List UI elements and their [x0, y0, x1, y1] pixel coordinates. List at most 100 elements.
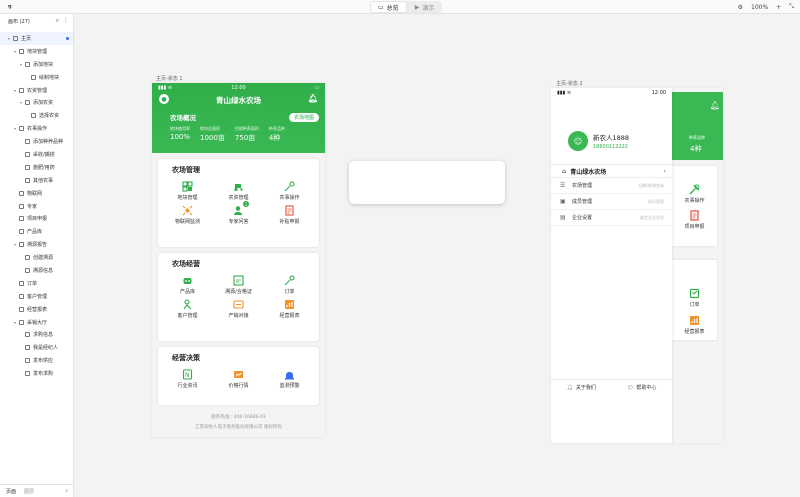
tree-item[interactable]: ▾ 农资管理 — [0, 84, 73, 97]
user-phone: 18600112222 — [593, 144, 628, 150]
tab-layers[interactable]: 图层 — [24, 488, 34, 495]
tree-item-label: 发布供应 — [33, 358, 54, 365]
drawer-menu-item[interactable]: ☰ 农场管理 切换/新增农场 — [551, 178, 672, 194]
tree-item[interactable]: 发布求购 — [0, 367, 73, 380]
grid-item[interactable]: 农资管理 — [213, 181, 264, 201]
grid-item[interactable]: 产销对接 — [213, 299, 264, 319]
settings-sliders-icon[interactable]: ⚙ — [738, 4, 743, 11]
tree-item[interactable]: 选择农资 — [0, 109, 73, 122]
bell-icon[interactable]: 🔔︎ — [710, 101, 720, 110]
grid-item[interactable]: 农事操作 — [672, 184, 717, 204]
tree-item[interactable]: ▾ 添加农资 — [0, 96, 73, 109]
svg-text:N: N — [185, 372, 190, 379]
tree-item[interactable]: ▾ 溯源报告 — [0, 238, 73, 251]
collapse-icon[interactable]: ⤡ — [789, 3, 794, 11]
wechat-icon: ☺ — [568, 131, 588, 151]
tree-item[interactable]: 专家 — [0, 200, 73, 213]
canvas-count-label: 画布 (27) — [8, 18, 30, 25]
tree-item[interactable]: 发布供应 — [0, 354, 73, 367]
grid-item[interactable]: 补贴申报 — [264, 205, 315, 225]
drawer-menu: ☰ 农场管理 切换/新增农场 ▣ 成员管理 成员管理 ▤ 企业设置 绑定企业信息 — [551, 178, 672, 226]
drawer-menu-item[interactable]: ▣ 成员管理 成员管理 — [551, 194, 672, 210]
grid-item[interactable]: 价格行情 — [213, 369, 264, 389]
panel-footer: 页面 图层 ⌕ — [0, 484, 74, 497]
tree-item-label: 添加地块 — [33, 61, 54, 68]
grid-item[interactable]: 溯源/合格证 — [213, 275, 264, 295]
frame2-label[interactable]: 主页-状态 2 — [556, 80, 583, 87]
tree-item[interactable]: 订单 — [0, 277, 73, 290]
grid-item-label: 地块管理 — [177, 195, 198, 201]
grid-item[interactable]: 1 专家问答 — [213, 201, 264, 225]
zoom-level[interactable]: 100% — [751, 4, 768, 11]
grid-item[interactable]: 经营报表 — [672, 315, 717, 335]
tab-pages[interactable]: 页面 — [6, 488, 16, 495]
overview-mode-button[interactable]: ▭ 总览 — [371, 2, 406, 12]
tree-item[interactable]: ▾ 农事操作 — [0, 122, 73, 135]
grid-item[interactable]: 物联网监测 — [162, 205, 213, 225]
grid-item[interactable]: 经营报表 — [264, 299, 315, 319]
subsidy-icon — [284, 205, 295, 216]
tree-item[interactable]: 物联网 — [0, 187, 73, 200]
active-dot — [66, 36, 69, 40]
search-icon[interactable]: ⌕ — [65, 488, 68, 494]
stat-item: 种养品种 4种 — [269, 126, 285, 143]
search-icon[interactable]: ⌕ — [56, 17, 59, 25]
page-icon — [25, 164, 30, 170]
grid-item[interactable]: 农事操作 — [264, 181, 315, 201]
grid-item[interactable]: N 行业资讯 — [162, 369, 213, 389]
tree-item[interactable]: 客户管理 — [0, 290, 73, 303]
tree-item[interactable]: 溯源信息 — [0, 264, 73, 277]
product-icon — [182, 275, 193, 286]
tree-item[interactable]: 其他农事 — [0, 174, 73, 187]
page-icon — [13, 35, 18, 41]
tree-item[interactable]: 经营报表 — [0, 303, 73, 316]
avatar-icon[interactable]: ● — [159, 94, 169, 104]
page-icon — [19, 293, 24, 299]
play-icon: ▶ — [414, 3, 420, 11]
grid-item-label: 物联网监测 — [174, 219, 200, 225]
page-icon — [25, 255, 30, 261]
grid-item[interactable]: 监测预警 — [264, 369, 315, 389]
tree-item[interactable]: 创建溯源 — [0, 251, 73, 264]
page-icon — [25, 267, 30, 273]
tree-item[interactable]: ▾ 地块管理 — [0, 45, 73, 58]
help-center-button[interactable]: 💬︎ 帮助中心 — [627, 384, 656, 391]
frame2-phone[interactable]: 🔔︎ 种养品种 4种 农事操作 项目申报 订单 经营报表 ▮▮▮ ≋ 12:00… — [551, 88, 723, 443]
more-icon[interactable]: ⋮ — [63, 17, 69, 25]
grid-item[interactable]: 地块管理 — [162, 181, 213, 201]
bell-icon[interactable]: 🔔︎ — [308, 94, 318, 103]
toast-box[interactable] — [349, 161, 505, 204]
grid-item-label: 溯源/合格证 — [225, 289, 252, 295]
page-icon — [19, 319, 24, 325]
tree-item[interactable]: 采收/捕捞 — [0, 148, 73, 161]
current-farm-row[interactable]: ⌂ 青山绿水农场 › — [551, 164, 672, 178]
app-logo[interactable]: ᵑ — [8, 3, 12, 12]
tree-item[interactable]: ▾ 采销大厅 — [0, 316, 73, 329]
page-icon — [19, 190, 24, 196]
tree-item[interactable]: ▾ 主页 — [0, 32, 73, 45]
tree-item[interactable]: 绘制地块 — [0, 71, 73, 84]
grid-item[interactable]: 订单 — [672, 288, 717, 308]
page-icon — [19, 306, 24, 312]
tree-item[interactable]: 添加种养品种 — [0, 135, 73, 148]
grid-item[interactable]: 客户管理 — [162, 299, 213, 319]
top-toolbar: ᵑ ▭ 总览 ▶ 演示 ⚙ 100% + ⤡ — [0, 0, 800, 14]
farm-map-button[interactable]: 农场地图 — [288, 112, 319, 122]
tree-item[interactable]: 施肥/用药 — [0, 161, 73, 174]
tree-item[interactable]: ▾ 添加地块 — [0, 58, 73, 71]
drawer-menu-item[interactable]: ▤ 企业设置 绑定企业信息 — [551, 210, 672, 226]
preview-mode-button[interactable]: ▶ 演示 — [408, 2, 442, 12]
about-us-button[interactable]: 👤︎ 关于我们 — [567, 384, 596, 391]
farm-icon: ⌂ — [562, 167, 567, 175]
frame1-phone[interactable]: ▮▮▮ ≋ 12:00 ▭ ● 青山绿水农场 🔔︎ 农场概况 农场地图 地块使用… — [152, 83, 325, 437]
tree-item[interactable]: 求购信息 — [0, 328, 73, 341]
grid-item[interactable]: 订单 — [264, 275, 315, 295]
grid-item[interactable]: 项目申报 — [672, 210, 717, 230]
tree-item[interactable]: 我是经纪人 — [0, 341, 73, 354]
user-profile[interactable]: ☺ 新农人1888 18600112222 — [551, 98, 672, 164]
tree-item[interactable]: 项目申报 — [0, 212, 73, 225]
tree-item[interactable]: 产品库 — [0, 225, 73, 238]
grid-item[interactable]: 产品库 — [162, 275, 213, 295]
frame1-label[interactable]: 主页-状态 1 — [156, 75, 183, 82]
zoom-add-icon[interactable]: + — [776, 4, 781, 11]
